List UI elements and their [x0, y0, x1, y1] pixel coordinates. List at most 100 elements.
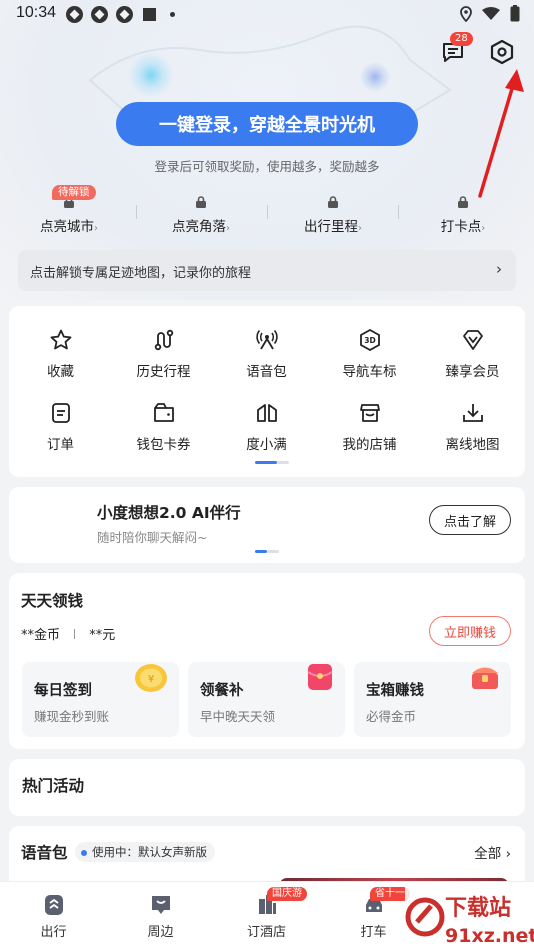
chevron-right-icon: › — [505, 846, 511, 862]
lock-icon — [328, 196, 338, 208]
ai-page-indicator-active — [255, 550, 267, 553]
wallet-icon — [153, 403, 174, 422]
task-title: 宝箱赚钱 — [366, 683, 424, 699]
message-count-badge: 28 — [450, 32, 473, 46]
lock-icon — [196, 196, 206, 208]
grid-item-label: 离线地图 — [445, 437, 500, 453]
location-icon — [460, 5, 472, 22]
app-notification-icon — [66, 6, 83, 23]
voice-pack-title: 语音包 — [21, 844, 68, 862]
divider — [267, 205, 268, 219]
watermark-url-text: 91xz.net — [445, 925, 534, 947]
duxiaoman-icon — [256, 404, 277, 422]
locked-item-label: 打卡点› — [440, 219, 486, 235]
grid-item-label: 导航车标 — [342, 364, 397, 380]
earn-now-button[interactable]: 立即赚钱 — [429, 616, 511, 646]
settings-button[interactable] — [486, 36, 518, 68]
grid-item-label: 订单 — [47, 437, 74, 453]
task-meal-subsidy[interactable]: 领餐补 早中晚天天领 — [188, 662, 345, 737]
hot-title: 热门活动 — [22, 777, 85, 795]
grid-page-indicator-active — [255, 461, 277, 464]
nearby-icon — [151, 896, 170, 914]
grid-item-favorites[interactable]: 收藏 — [9, 328, 112, 380]
chevron-right-icon: › — [496, 260, 502, 278]
tab-travel[interactable]: 出行 — [0, 882, 107, 950]
app-notification-icon — [143, 8, 156, 21]
car-3d-icon: 3D — [359, 328, 380, 352]
grid-item-label: 臻享会员 — [445, 364, 500, 380]
grid-item-nav-car-icon[interactable]: 3D 导航车标 — [318, 328, 421, 380]
divider — [74, 629, 76, 639]
tab-label: 出行 — [40, 925, 67, 940]
lock-icon — [458, 196, 468, 208]
locked-item-label: 出行里程› — [304, 219, 362, 235]
grid-item-label: 我的店铺 — [342, 437, 397, 453]
system-icons — [460, 5, 520, 22]
divider — [136, 205, 137, 219]
grid-item-my-shop[interactable]: 我的店铺 — [318, 401, 421, 453]
notification-icons — [66, 6, 175, 23]
active-dot-icon — [81, 849, 87, 856]
grid-item-label: 收藏 — [47, 364, 74, 380]
hotel-promo-badge: 国庆游 — [267, 887, 307, 901]
locked-item-checkin[interactable]: 打卡点› — [396, 186, 530, 236]
voice-pack-icon — [255, 329, 278, 350]
grid-item-wallet[interactable]: 钱包卡券 — [112, 401, 215, 453]
ai-companion-card[interactable]: 小度想想2.0 AI伴行 随时陪你聊天解闷~ 点击了解 — [9, 487, 525, 563]
grid-page-indicator — [277, 461, 289, 464]
task-subtitle: 赚现金秒到账 — [34, 709, 110, 724]
coins-value: **金币 — [21, 628, 61, 643]
order-icon — [51, 403, 70, 423]
hot-activities-card: 热门活动 — [9, 759, 525, 816]
locked-item-corner[interactable]: 点亮角落› — [134, 186, 268, 236]
download-icon — [462, 404, 483, 422]
ai-page-indicator — [267, 550, 279, 553]
one-click-login-button[interactable]: 一键登录，穿越全景时光机 — [116, 102, 418, 146]
tab-label: 订酒店 — [246, 925, 286, 940]
task-treasure-box[interactable]: 宝箱赚钱 必得金币 — [354, 662, 511, 737]
map-glow-dot — [360, 62, 390, 92]
login-subtitle: 登录后可领取奖励，使用越多，奖励越多 — [154, 159, 380, 174]
grid-item-duxiaoman[interactable]: 度小满 — [215, 401, 318, 453]
site-watermark-logo: 下载站 91xz.net — [405, 884, 534, 950]
grid-item-orders[interactable]: 订单 — [9, 401, 112, 453]
grid-item-history-trips[interactable]: 历史行程 — [112, 328, 215, 380]
status-bar: 10:34 — [0, 0, 534, 28]
route-icon — [154, 329, 173, 351]
travel-icon — [44, 895, 63, 915]
treasure-chest-icon — [472, 667, 498, 689]
grid-item-label: 语音包 — [246, 364, 287, 380]
battery-icon — [510, 5, 520, 22]
locked-item-label: 点亮城市› — [40, 219, 98, 235]
map-glow-dot — [128, 52, 174, 98]
task-title: 领餐补 — [200, 683, 244, 699]
grid-item-offline-map[interactable]: 离线地图 — [421, 401, 524, 453]
grid-item-label: 历史行程 — [136, 364, 191, 380]
app-notification-icon — [91, 6, 108, 23]
voice-pack-status: 使用中：默认女声新版 — [75, 842, 215, 862]
star-icon — [50, 329, 71, 350]
grid-item-voice-pack[interactable]: 语音包 — [215, 328, 318, 380]
chevron-right-icon: › — [481, 223, 486, 234]
status-time: 10:34 — [16, 4, 57, 21]
learn-more-button[interactable]: 点击了解 — [429, 505, 511, 535]
more-notifications-icon — [170, 12, 175, 17]
tab-nearby[interactable]: 周边 — [107, 882, 214, 950]
view-all-link[interactable]: 全部 › — [474, 842, 511, 862]
cash-value: **元 — [89, 628, 116, 643]
earn-title: 天天领钱 — [21, 592, 84, 610]
gold-coin-icon: ¥ — [135, 664, 167, 692]
task-title: 每日签到 — [34, 683, 92, 699]
grid-item-vip[interactable]: 臻享会员 — [421, 328, 524, 380]
ai-card-subtitle: 随时陪你聊天解闷~ — [97, 530, 208, 545]
footprint-map-banner[interactable]: 点击解锁专属足迹地图，记录你的旅程 › — [18, 250, 516, 291]
daily-earn-card: 天天领钱 **金币 **元 立即赚钱 每日签到 赚现金秒到账 ¥ 领餐补 早中晚… — [9, 573, 525, 749]
grid-item-label: 度小满 — [246, 437, 287, 453]
locked-item-mileage[interactable]: 出行里程› — [266, 186, 400, 236]
annotation-red-arrow — [478, 69, 524, 198]
chevron-right-icon: › — [94, 223, 98, 234]
footprint-banner-text: 点击解锁专属足迹地图，记录你的旅程 — [30, 266, 252, 281]
chevron-right-icon: › — [226, 223, 230, 234]
task-daily-checkin[interactable]: 每日签到 赚现金秒到账 ¥ — [22, 662, 179, 737]
task-subtitle: 早中晚天天领 — [200, 709, 276, 724]
